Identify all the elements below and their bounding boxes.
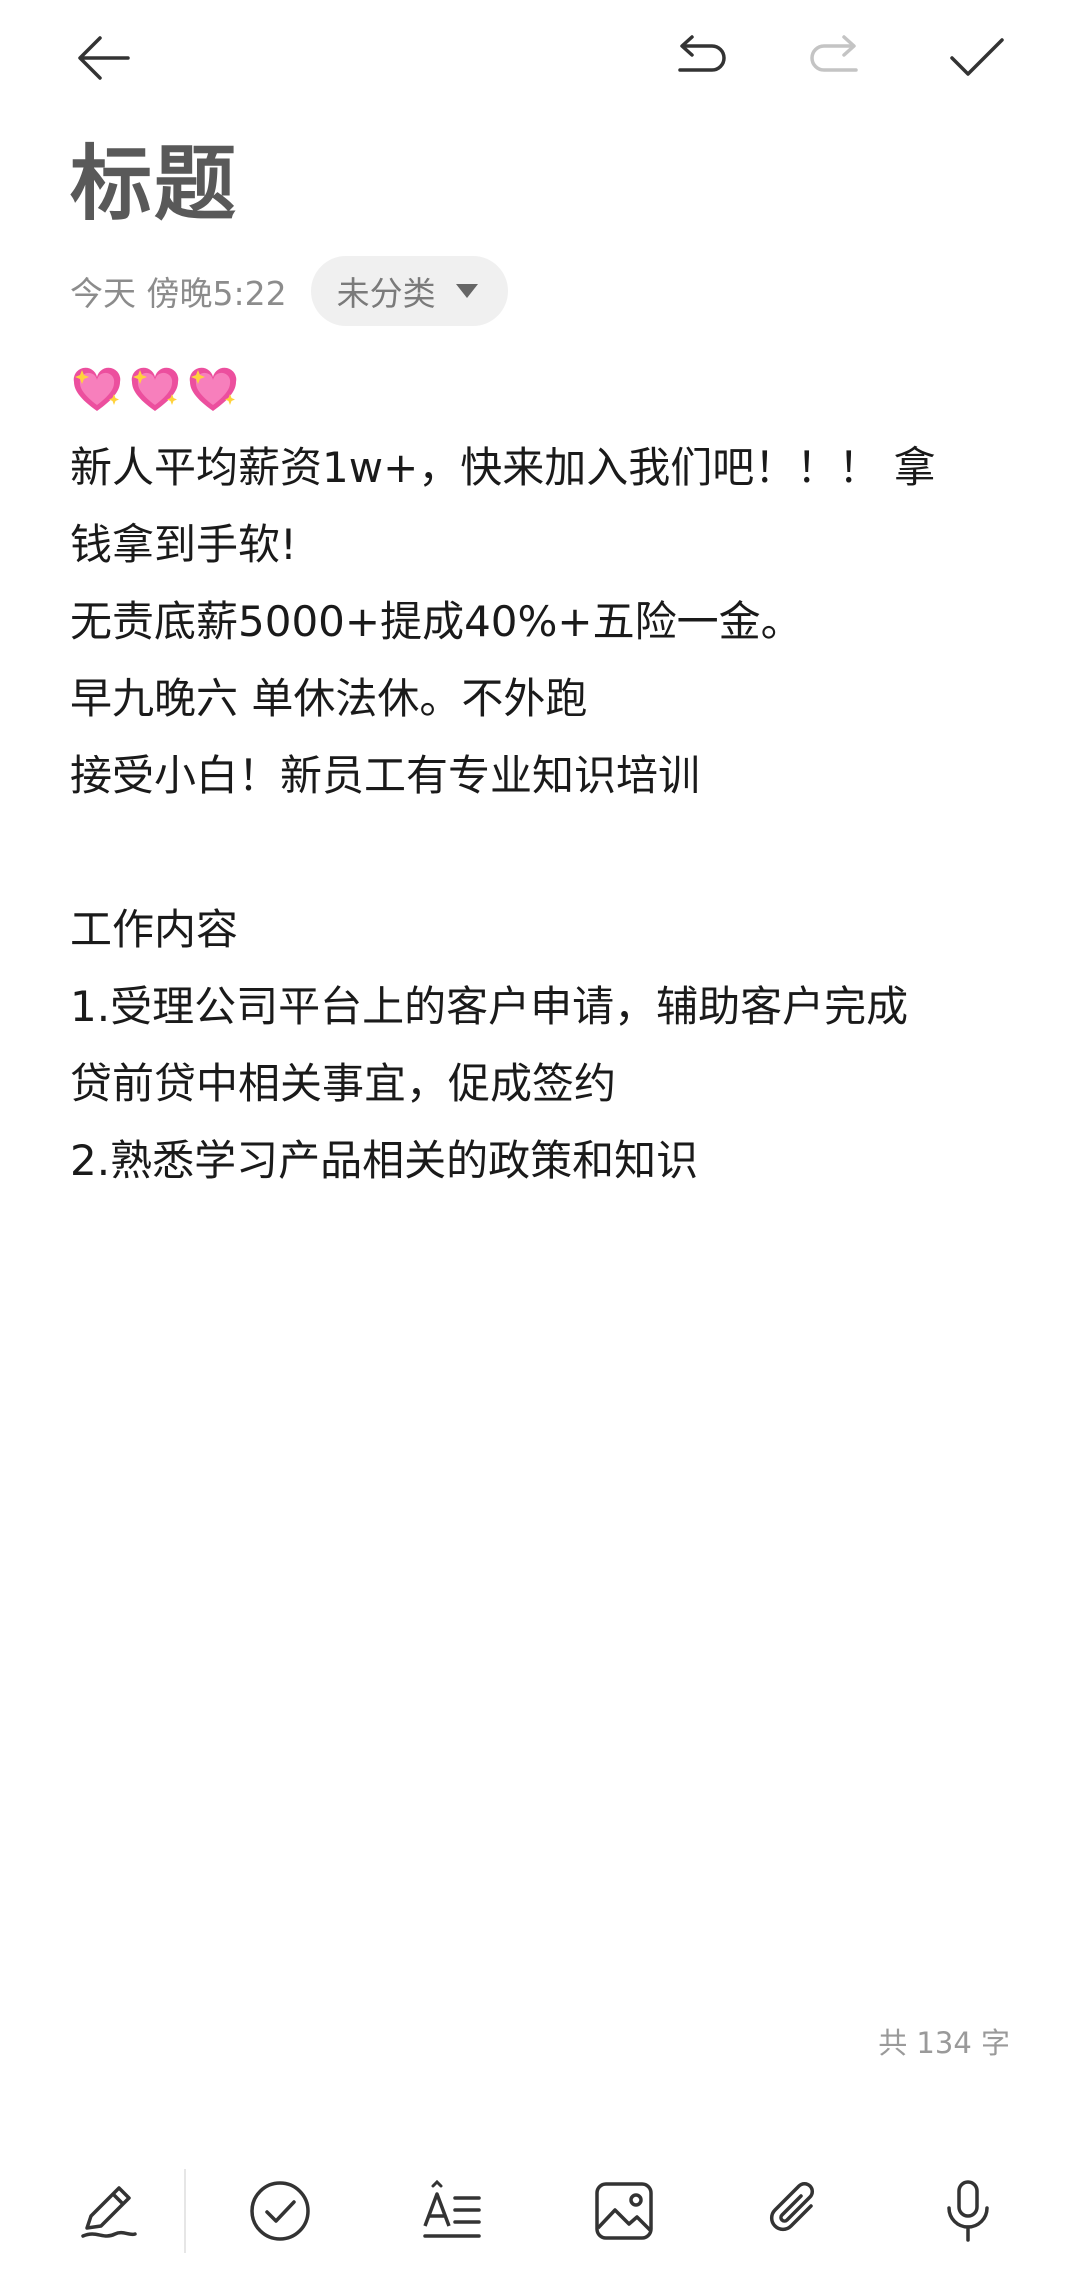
handwriting-pen-icon <box>81 2186 137 2238</box>
body-line: 早九晚六 单休法休。不外跑 <box>70 674 588 723</box>
undo-button[interactable] <box>662 22 734 94</box>
insert-image-button[interactable] <box>586 2173 662 2249</box>
done-button[interactable] <box>940 22 1012 94</box>
checklist-icon <box>250 2181 310 2241</box>
bottom-toolbar <box>0 2155 1080 2265</box>
body-line: 新人平均薪资1w+，快来加入我们吧！！！ 拿 <box>70 443 936 492</box>
sparkling-heart-icon <box>186 364 240 418</box>
body-line: 1.受理公司平台上的客户申请，辅助客户完成 <box>70 982 909 1031</box>
body-line: 贷前贷中相关事宜，促成签约 <box>70 1059 617 1108</box>
image-icon <box>595 2182 653 2240</box>
body-line: 无责底薪5000+提成40%+五险一金。 <box>70 597 803 646</box>
word-count: 共 134 字 <box>878 2026 1010 2060</box>
checklist-button[interactable] <box>242 2173 318 2249</box>
redo-icon <box>810 35 858 72</box>
body-line: 工作内容 <box>70 905 239 954</box>
note-meta: 今天 傍晚5:22 未分类 <box>70 256 508 326</box>
dropdown-arrow-icon <box>455 284 478 298</box>
undo-icon <box>678 35 726 72</box>
text-format-button[interactable] <box>414 2173 490 2249</box>
body-line: 2.熟悉学习产品相关的政策和知识 <box>70 1136 699 1185</box>
note-title[interactable]: 标题 <box>70 130 238 240</box>
redo-button[interactable] <box>802 22 874 94</box>
body-line: 钱拿到手软! <box>70 520 297 569</box>
category-dropdown[interactable]: 未分类 <box>310 256 508 326</box>
note-date: 今天 傍晚5:22 <box>70 274 287 313</box>
sparkling-heart-icon <box>128 364 182 418</box>
attachment-icon <box>769 2181 815 2232</box>
handwriting-button[interactable] <box>70 2173 146 2249</box>
category-label: 未分类 <box>336 274 436 313</box>
back-arrow-icon <box>78 36 130 80</box>
attachment-button[interactable] <box>758 2173 834 2249</box>
checkmark-icon <box>950 38 1004 76</box>
note-body[interactable]: 新人平均薪资1w+，快来加入我们吧！！！ 拿 钱拿到手软! 无责底薪5000+提… <box>70 352 1020 1199</box>
top-toolbar <box>0 0 1080 120</box>
text-format-icon <box>423 2179 481 2238</box>
note-editor: 标题 今天 傍晚5:22 未分类 新人平均薪资1w+，快来加入我们吧！！！ 拿 … <box>0 0 1080 2295</box>
microphone-icon <box>947 2180 989 2242</box>
body-line: 接受小白！新员工有专业知识培训 <box>70 751 701 800</box>
toolbar-divider <box>184 2169 186 2253</box>
voice-input-button[interactable] <box>930 2173 1006 2249</box>
sparkling-heart-icon <box>70 364 124 418</box>
back-button[interactable] <box>68 22 140 94</box>
emoji-row <box>70 352 1020 429</box>
